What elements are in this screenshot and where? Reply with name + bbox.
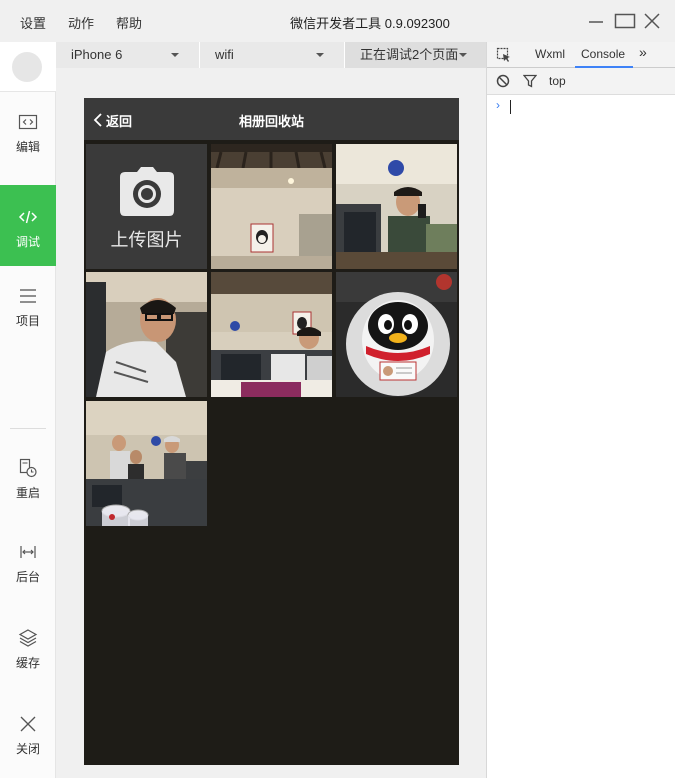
simulator-area: 返回 相册回收站 上传图片 xyxy=(56,68,486,778)
photo-man-selfie xyxy=(86,272,207,397)
photo-office-desks xyxy=(211,272,332,397)
devtools-tabs: Wxml Console » xyxy=(487,42,675,68)
sidebar-item-label: 重启 xyxy=(15,486,40,500)
photo-penguin-toy xyxy=(336,272,457,397)
sidebar-item-background[interactable]: 后台 xyxy=(0,542,56,592)
sidebar-item-debug[interactable]: 调试 xyxy=(0,185,56,266)
phone-screen: 返回 相册回收站 上传图片 xyxy=(84,98,459,765)
chevron-down-icon xyxy=(171,53,179,57)
chevron-down-icon xyxy=(316,53,324,57)
close-icon[interactable] xyxy=(643,12,661,30)
sidebar-divider xyxy=(10,428,46,429)
photo-tile[interactable] xyxy=(336,144,457,269)
network-select-value: wifi xyxy=(215,47,234,62)
more-tabs-icon[interactable]: » xyxy=(639,44,647,60)
sidebar-item-close[interactable]: 关闭 xyxy=(0,714,56,764)
avatar[interactable] xyxy=(12,52,42,82)
photo-office-ceiling xyxy=(211,144,332,269)
photo-tile[interactable] xyxy=(86,401,207,526)
network-select[interactable]: wifi xyxy=(200,42,344,68)
app-title: 微信开发者工具 0.9.092300 xyxy=(290,16,450,31)
tab-console[interactable]: Console xyxy=(581,47,625,61)
device-select[interactable]: iPhone 6 xyxy=(56,42,199,68)
sidebar-item-restart[interactable]: 重启 xyxy=(0,458,56,508)
debug-pages-select[interactable]: 正在调试2个页面 xyxy=(345,42,486,68)
chevron-down-icon xyxy=(459,53,467,57)
inspect-icon[interactable] xyxy=(496,47,512,63)
clear-console-icon[interactable] xyxy=(496,74,510,88)
photo-tile[interactable] xyxy=(211,144,332,269)
background-icon xyxy=(20,546,36,558)
photo-tile[interactable] xyxy=(86,272,207,397)
filter-icon[interactable] xyxy=(523,74,537,88)
sidebar-item-project[interactable]: 项目 xyxy=(0,286,56,336)
minimize-icon[interactable] xyxy=(587,12,605,30)
avatar-box xyxy=(0,42,56,92)
page-title: 相册回收站 xyxy=(238,114,304,129)
context-selector[interactable]: top xyxy=(549,74,566,88)
sidebar-item-label: 调试 xyxy=(15,235,40,249)
photo-tile[interactable] xyxy=(211,272,332,397)
code-icon xyxy=(18,114,38,130)
console-input[interactable] xyxy=(510,100,511,114)
simulator-toolbar: iPhone 6 wifi 正在调试2个页面 xyxy=(56,42,486,68)
photo-group-office xyxy=(86,401,207,526)
devtools-panel: Wxml Console » top › xyxy=(486,42,675,778)
list-icon xyxy=(20,289,36,303)
layers-icon xyxy=(18,629,38,647)
device-select-value: iPhone 6 xyxy=(71,47,123,62)
sidebar-item-label: 编辑 xyxy=(15,140,40,154)
sidebar-item-label: 关闭 xyxy=(15,742,40,756)
tab-wxml[interactable]: Wxml xyxy=(535,47,565,61)
sidebar-item-label: 后台 xyxy=(15,570,40,584)
camera-icon xyxy=(120,167,174,216)
photo-tile[interactable] xyxy=(336,272,457,397)
maximize-icon[interactable] xyxy=(614,12,636,30)
console-prompt-icon: › xyxy=(496,98,500,112)
photo-man-on-phone xyxy=(336,144,457,269)
sidebar-item-label: 缓存 xyxy=(15,656,40,670)
debug-code-icon xyxy=(18,210,38,224)
upload-label: 上传图片 xyxy=(110,230,183,250)
nav-bar: 返回 相册回收站 xyxy=(84,98,459,140)
sidebar-item-label: 项目 xyxy=(15,314,40,328)
debug-pages-value: 正在调试2个页面 xyxy=(360,47,459,62)
upload-button[interactable]: 上传图片 xyxy=(86,144,207,269)
console-toolbar: top xyxy=(487,68,675,95)
title-bar: 设置 动作 帮助 微信开发者工具 0.9.092300 xyxy=(0,0,675,42)
close-icon xyxy=(20,716,36,732)
sidebar-item-edit[interactable]: 编辑 xyxy=(0,112,56,162)
sidebar-item-cache[interactable]: 缓存 xyxy=(0,628,56,678)
restart-icon xyxy=(19,458,37,478)
sidebar: 编辑 调试 项目 重启 后台 缓存 关闭 xyxy=(0,42,56,778)
